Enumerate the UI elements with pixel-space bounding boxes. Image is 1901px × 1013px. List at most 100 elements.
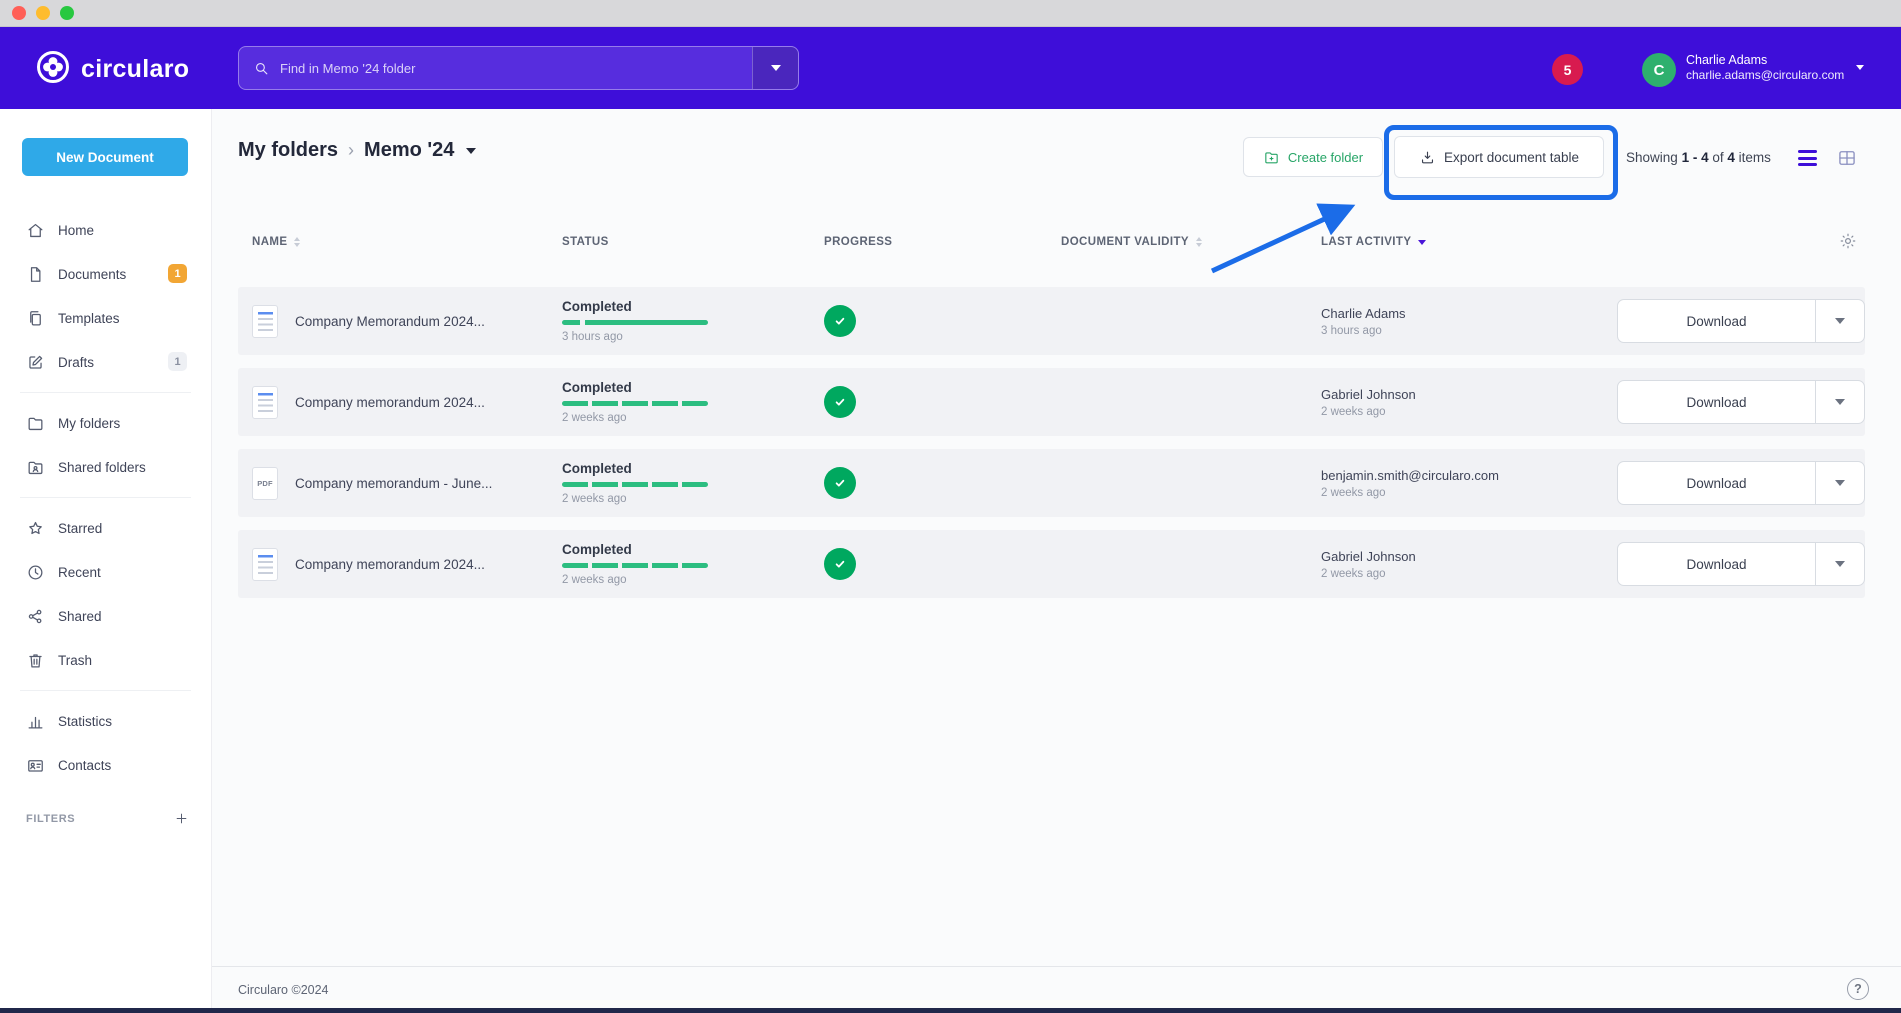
sidebar-item-drafts[interactable]: Drafts 1 — [0, 340, 211, 384]
search-scope-dropdown[interactable] — [752, 47, 798, 89]
trash-icon — [26, 651, 45, 670]
drafts-count-badge: 1 — [168, 352, 187, 371]
sidebar-item-starred[interactable]: Starred — [0, 506, 211, 550]
download-options-caret[interactable] — [1815, 543, 1864, 585]
document-name[interactable]: Company memorandum 2024... — [295, 395, 485, 410]
activity-time: 2 weeks ago — [1321, 406, 1617, 418]
table-row[interactable]: Company Memorandum 2024... Completed 3 h… — [238, 287, 1865, 355]
window-close-button[interactable] — [12, 6, 26, 20]
table-row[interactable]: Company memorandum 2024... Completed 2 w… — [238, 368, 1865, 436]
download-button[interactable]: Download — [1618, 300, 1815, 342]
completed-check-icon — [824, 467, 856, 499]
sidebar-item-recent[interactable]: Recent — [0, 550, 211, 594]
copyright-text: Circularo ©2024 — [238, 983, 329, 997]
download-options-caret[interactable] — [1815, 300, 1864, 342]
window-bottom-edge — [0, 1008, 1901, 1013]
doc-file-icon — [252, 548, 278, 581]
pdf-file-icon: PDF — [252, 467, 278, 500]
completed-check-icon — [824, 386, 856, 418]
sidebar-item-shared[interactable]: Shared — [0, 594, 211, 638]
breadcrumb-my-folders[interactable]: My folders — [238, 139, 338, 162]
help-button[interactable]: ? — [1847, 978, 1869, 1000]
sidebar-item-statistics[interactable]: Statistics — [0, 699, 211, 743]
sidebar-item-documents[interactable]: Documents 1 — [0, 252, 211, 296]
bar-chart-icon — [26, 712, 45, 731]
completed-check-icon — [824, 548, 856, 580]
activity-time: 3 hours ago — [1321, 325, 1617, 337]
shared-folder-icon — [26, 458, 45, 477]
main-content: My folders › Memo '24 Create folder Expo… — [212, 109, 1901, 1008]
template-icon — [26, 309, 45, 328]
sort-icon — [294, 237, 300, 247]
user-menu[interactable]: Charlie Adams charlie.adams@circularo.co… — [1686, 52, 1844, 83]
download-button[interactable]: Download — [1618, 543, 1815, 585]
add-filter-icon[interactable] — [174, 811, 189, 826]
circularo-logo[interactable]: circularo — [36, 50, 189, 89]
search-icon — [253, 60, 270, 77]
star-icon — [26, 519, 45, 538]
completed-check-icon — [824, 305, 856, 337]
status-label: Completed — [562, 542, 824, 557]
folder-icon — [26, 414, 45, 433]
clock-icon — [26, 563, 45, 582]
document-table: Company Memorandum 2024... Completed 3 h… — [238, 287, 1865, 611]
download-button[interactable]: Download — [1618, 381, 1815, 423]
status-time: 2 weeks ago — [562, 493, 824, 505]
document-name[interactable]: Company memorandum 2024... — [295, 557, 485, 572]
sidebar-item-trash[interactable]: Trash — [0, 638, 211, 682]
sidebar-item-my-folders[interactable]: My folders — [0, 401, 211, 445]
breadcrumb: My folders › Memo '24 — [238, 139, 476, 162]
sidebar-item-contacts[interactable]: Contacts — [0, 743, 211, 787]
status-label: Completed — [562, 299, 824, 314]
new-document-button[interactable]: New Document — [22, 138, 188, 176]
column-header-progress[interactable]: PROGRESS — [824, 236, 1061, 248]
document-name[interactable]: Company memorandum - June... — [295, 476, 492, 491]
table-header: NAME STATUS PROGRESS DOCUMENT VALIDITY L… — [238, 229, 1865, 255]
user-avatar[interactable]: C — [1642, 53, 1676, 87]
download-split-button: Download — [1617, 299, 1865, 343]
sidebar-divider — [20, 392, 191, 393]
sidebar-item-home[interactable]: Home — [0, 208, 211, 252]
search-bar[interactable] — [238, 46, 799, 90]
download-options-caret[interactable] — [1815, 462, 1864, 504]
folder-menu-caret-icon[interactable] — [466, 148, 476, 154]
grid-view-icon[interactable] — [1837, 148, 1857, 168]
search-input[interactable] — [280, 61, 752, 76]
activity-time: 2 weeks ago — [1321, 568, 1617, 580]
list-view-icon[interactable] — [1798, 150, 1817, 166]
table-row[interactable]: PDF Company memorandum - June... Complet… — [238, 449, 1865, 517]
download-options-caret[interactable] — [1815, 381, 1864, 423]
activity-time: 2 weeks ago — [1321, 487, 1617, 499]
window-minimize-button[interactable] — [36, 6, 50, 20]
page-footer: Circularo ©2024 ? — [212, 966, 1901, 1008]
download-split-button: Download — [1617, 461, 1865, 505]
sort-icon — [1196, 237, 1202, 247]
table-settings-gear-icon[interactable] — [1839, 232, 1857, 250]
folder-plus-icon — [1263, 149, 1280, 166]
document-name[interactable]: Company Memorandum 2024... — [295, 314, 485, 329]
column-header-name[interactable]: NAME — [252, 236, 562, 248]
app-header: circularo 5 C Charlie Adams charlie.adam… — [0, 27, 1901, 109]
window-zoom-button[interactable] — [60, 6, 74, 20]
draft-pencil-icon — [26, 353, 45, 372]
contacts-card-icon — [26, 756, 45, 775]
view-toggle-group — [1798, 148, 1857, 168]
user-menu-caret-icon[interactable] — [1856, 65, 1864, 70]
notification-count-badge[interactable]: 5 — [1552, 54, 1583, 85]
status-label: Completed — [562, 380, 824, 395]
column-header-last-activity[interactable]: LAST ACTIVITY — [1321, 236, 1617, 248]
status-progress-bar — [562, 320, 708, 325]
sidebar-item-templates[interactable]: Templates — [0, 296, 211, 340]
sidebar-item-shared-folders[interactable]: Shared folders — [0, 445, 211, 489]
activity-user: benjamin.smith@circularo.com — [1321, 468, 1617, 483]
create-folder-button[interactable]: Create folder — [1243, 137, 1383, 177]
column-header-validity[interactable]: DOCUMENT VALIDITY — [1061, 236, 1321, 248]
table-row[interactable]: Company memorandum 2024... Completed 2 w… — [238, 530, 1865, 598]
chevron-down-icon — [1835, 318, 1845, 324]
export-document-table-button[interactable]: Export document table — [1394, 136, 1604, 178]
column-header-status[interactable]: STATUS — [562, 236, 824, 248]
chevron-down-icon — [1835, 480, 1845, 486]
status-progress-bar — [562, 401, 708, 406]
circularo-logo-icon — [36, 50, 70, 89]
download-button[interactable]: Download — [1618, 462, 1815, 504]
